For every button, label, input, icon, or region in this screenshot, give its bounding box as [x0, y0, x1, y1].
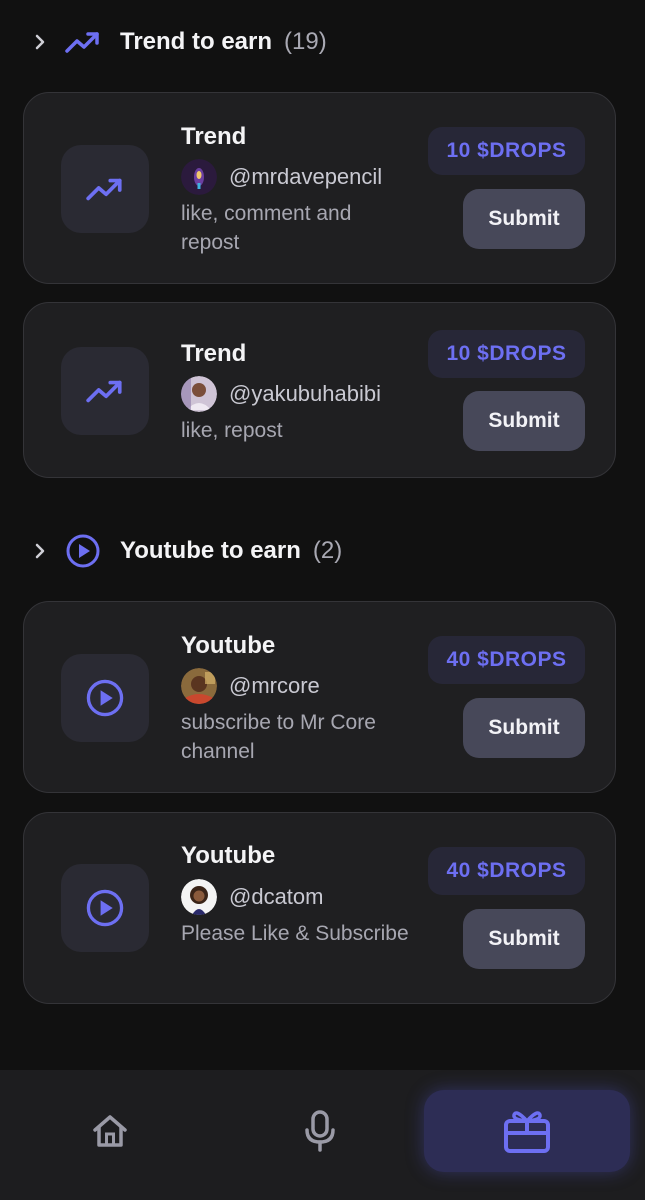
- submit-button[interactable]: Submit: [463, 189, 585, 249]
- task-description: like, comment and repost: [181, 202, 352, 254]
- reward-badge: 40 $DROPS: [428, 636, 585, 684]
- task-title: Youtube: [181, 842, 276, 869]
- submit-button[interactable]: Submit: [463, 391, 585, 451]
- play-circle-icon: [86, 889, 124, 927]
- section-title-text: Youtube to earn: [120, 537, 301, 564]
- task-icon-box: [61, 145, 149, 233]
- task-title: Trend: [181, 123, 247, 150]
- task-title: Trend: [181, 340, 247, 367]
- section-title: Youtube to earn (2): [120, 537, 342, 565]
- microphone-icon: [305, 1110, 335, 1152]
- task-username: @dcatom: [229, 884, 324, 909]
- task-description: Please Like & Subscribe: [181, 922, 409, 945]
- task-description: subscribe to Mr Core channel: [181, 711, 376, 763]
- earn-page: Trend to earn (19) Trend @mrdavepencil l…: [0, 0, 645, 1200]
- chevron-right-icon: [35, 34, 45, 50]
- chevron-right-icon: [35, 543, 45, 559]
- task-description: like, repost: [181, 419, 283, 442]
- reward-badge: 10 $DROPS: [428, 330, 585, 378]
- section-header-youtube[interactable]: Youtube to earn (2): [0, 526, 645, 576]
- avatar: [181, 879, 217, 915]
- nav-gift[interactable]: [424, 1090, 630, 1172]
- trending-up-icon: [86, 178, 122, 201]
- trending-up-icon: [65, 32, 99, 53]
- home-icon: [93, 1115, 127, 1147]
- nav-microphone[interactable]: [250, 1090, 390, 1172]
- task-card: Youtube @dcatom Please Like & Subscribe …: [23, 812, 616, 1004]
- gift-icon: [504, 1111, 550, 1153]
- section-title-text: Trend to earn: [120, 28, 273, 55]
- reward-badge: 10 $DROPS: [428, 127, 585, 175]
- reward-badge: 40 $DROPS: [428, 847, 585, 895]
- task-card: Trend @yakubuhabibi like, repost 10 $DRO…: [23, 302, 616, 478]
- section-header-trend[interactable]: Trend to earn (19): [0, 17, 645, 67]
- section-title: Trend to earn (19): [120, 28, 327, 56]
- submit-button[interactable]: Submit: [463, 698, 585, 758]
- avatar: [181, 159, 217, 195]
- task-title: Youtube: [181, 632, 276, 659]
- avatar: [181, 376, 217, 412]
- task-username: @mrdavepencil: [229, 164, 383, 189]
- submit-button[interactable]: Submit: [463, 909, 585, 969]
- bottom-nav: [0, 1070, 645, 1200]
- task-username: @mrcore: [229, 673, 320, 698]
- play-circle-icon: [66, 534, 100, 568]
- nav-home[interactable]: [40, 1090, 180, 1172]
- task-user[interactable]: @mrcore: [181, 668, 320, 704]
- section-count: (2): [312, 537, 343, 564]
- section-count: (19): [284, 28, 327, 55]
- task-icon-box: [61, 347, 149, 435]
- task-icon-box: [61, 864, 149, 952]
- task-user[interactable]: @yakubuhabibi: [181, 376, 381, 412]
- trending-up-icon: [86, 380, 122, 403]
- task-user[interactable]: @mrdavepencil: [181, 159, 382, 195]
- task-card: Youtube @mrcore subscribe to Mr Core cha…: [23, 601, 616, 793]
- task-icon-box: [61, 654, 149, 742]
- task-card: Trend @mrdavepencil like, comment and re…: [23, 92, 616, 284]
- avatar: [181, 668, 217, 704]
- play-circle-icon: [86, 679, 124, 717]
- task-user[interactable]: @dcatom: [181, 879, 323, 915]
- task-username: @yakubuhabibi: [229, 381, 381, 406]
